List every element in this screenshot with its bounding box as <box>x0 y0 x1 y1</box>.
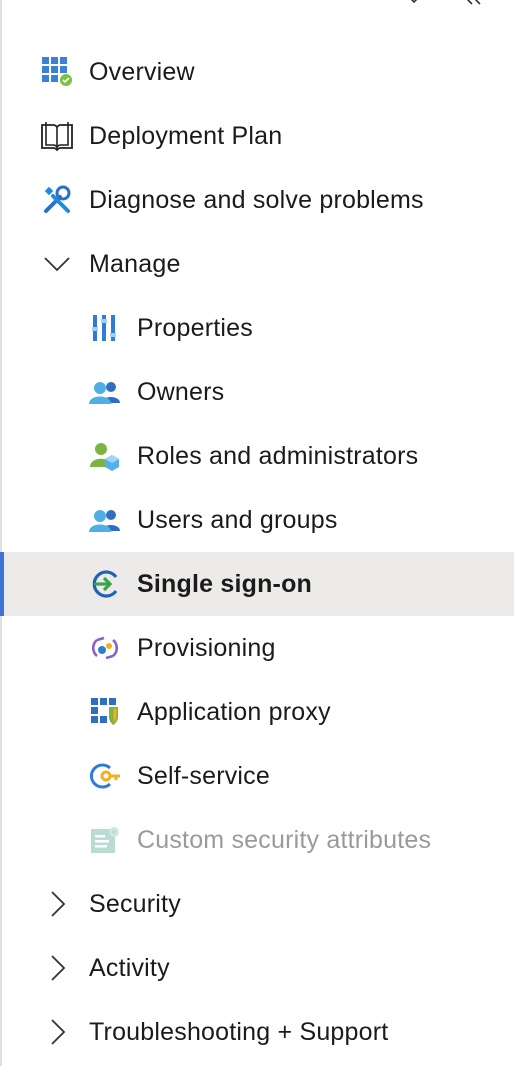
sidebar-group-label: Troubleshooting + Support <box>89 1017 389 1046</box>
sidebar-item-custom-security-attributes: Custom security attributes <box>0 808 514 872</box>
chevron-right-icon <box>40 951 74 985</box>
chevron-right-icon <box>40 887 74 921</box>
sidebar-item-label: Roles and administrators <box>137 441 419 470</box>
sidebar-item-label: Overview <box>89 57 195 86</box>
sidebar-item-application-proxy[interactable]: Application proxy <box>0 680 514 744</box>
sidebar-item-diagnose[interactable]: Diagnose and solve problems <box>0 168 514 232</box>
sidebar-group-label: Manage <box>89 249 181 278</box>
properties-icon <box>88 311 122 345</box>
top-controls <box>394 0 514 12</box>
sidebar-group-activity[interactable]: Activity <box>0 936 514 1000</box>
sidebar-item-label: Provisioning <box>137 633 276 662</box>
sidebar-item-self-service[interactable]: Self-service <box>0 744 514 808</box>
sidebar-group-troubleshooting[interactable]: Troubleshooting + Support <box>0 1000 514 1064</box>
overview-grid-icon <box>40 55 74 89</box>
sidebar-item-roles[interactable]: Roles and administrators <box>0 424 514 488</box>
sidebar-item-owners[interactable]: Owners <box>0 360 514 424</box>
sidebar-group-label: Security <box>89 889 181 918</box>
users-icon <box>88 503 122 537</box>
application-proxy-icon <box>88 695 122 729</box>
wrench-icon <box>40 183 74 217</box>
collapse-double-chevron-icon[interactable] <box>458 0 482 12</box>
sidebar-group-manage[interactable]: Manage <box>0 232 514 296</box>
sidebar-item-label: Self-service <box>137 761 270 790</box>
chevron-down-icon[interactable] <box>402 0 426 12</box>
self-service-key-icon <box>88 759 122 793</box>
sidebar-item-label: Owners <box>137 377 225 406</box>
roles-icon <box>88 439 122 473</box>
sidebar-item-properties[interactable]: Properties <box>0 296 514 360</box>
sidebar-item-label: Properties <box>137 313 253 342</box>
sidebar-item-users-and-groups[interactable]: Users and groups <box>0 488 514 552</box>
single-sign-on-icon <box>88 567 122 601</box>
sidebar-item-single-sign-on[interactable]: Single sign-on <box>0 552 514 616</box>
book-icon <box>40 119 74 153</box>
sidebar-item-label: Deployment Plan <box>89 121 283 150</box>
custom-security-attributes-icon <box>88 823 122 857</box>
users-icon <box>88 375 122 409</box>
sidebar-group-label: Activity <box>89 953 170 982</box>
sidebar-item-label: Application proxy <box>137 697 331 726</box>
sidebar-item-label: Custom security attributes <box>137 825 432 854</box>
chevron-right-icon <box>40 1015 74 1049</box>
provisioning-icon <box>88 631 122 665</box>
sidebar-item-label: Diagnose and solve problems <box>89 185 424 214</box>
sidebar-item-provisioning[interactable]: Provisioning <box>0 616 514 680</box>
sidebar-item-deployment-plan[interactable]: Deployment Plan <box>0 104 514 168</box>
sidebar-nav: Overview Deployment Plan Diagnose and so… <box>0 40 514 1064</box>
sidebar-item-label: Users and groups <box>137 505 338 534</box>
chevron-down-icon <box>40 247 74 281</box>
sidebar-item-overview[interactable]: Overview <box>0 40 514 104</box>
sidebar-group-security[interactable]: Security <box>0 872 514 936</box>
sidebar-item-label: Single sign-on <box>137 569 313 598</box>
